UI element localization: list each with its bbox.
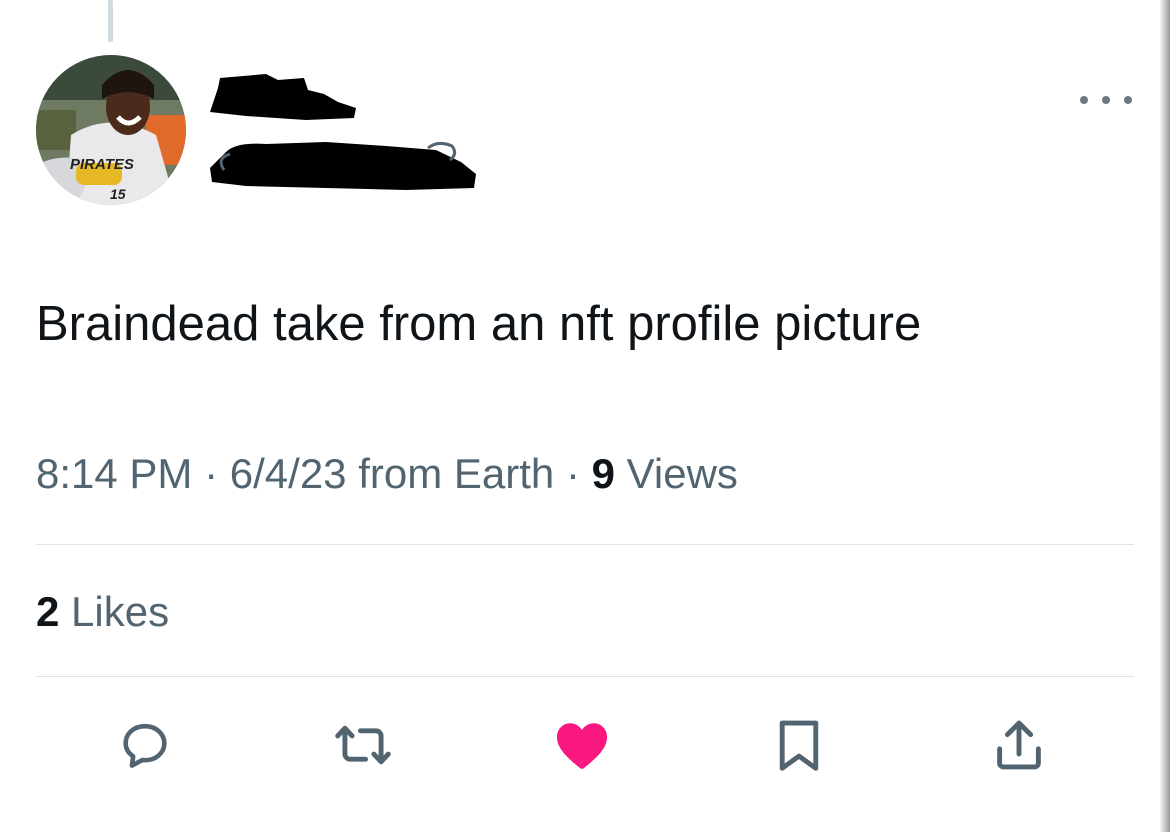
tweet-meta: 8:14 PM · 6/4/23 from Earth · 9 Views bbox=[36, 446, 1136, 502]
reply-icon bbox=[123, 723, 167, 768]
like-button[interactable] bbox=[551, 714, 613, 776]
views-label: Views bbox=[626, 450, 738, 497]
redacted-display-name bbox=[210, 74, 356, 120]
reply-button[interactable] bbox=[114, 714, 176, 776]
avatar-image: PIRATES 15 bbox=[36, 55, 186, 205]
likes-link[interactable]: 2 Likes bbox=[36, 584, 169, 640]
likes-label: Likes bbox=[71, 588, 170, 635]
tweet-source: from Earth bbox=[358, 450, 555, 497]
bookmark-icon bbox=[779, 720, 819, 771]
likes-count: 2 bbox=[36, 588, 60, 635]
redacted-handle bbox=[210, 141, 476, 190]
bookmark-button[interactable] bbox=[768, 714, 830, 776]
divider bbox=[36, 676, 1134, 677]
tweet-date[interactable]: 6/4/23 bbox=[230, 450, 347, 497]
more-options-button[interactable] bbox=[1080, 88, 1132, 112]
svg-text:PIRATES: PIRATES bbox=[70, 156, 134, 173]
share-icon bbox=[997, 720, 1041, 770]
retweet-icon bbox=[335, 725, 391, 765]
share-button[interactable] bbox=[988, 714, 1050, 776]
more-dot-icon bbox=[1080, 96, 1088, 104]
views-count: 9 bbox=[591, 450, 615, 497]
heart-icon bbox=[556, 723, 608, 769]
screen-edge-shadow bbox=[1160, 0, 1170, 832]
more-dot-icon bbox=[1124, 96, 1132, 104]
thread-connector-line bbox=[108, 0, 113, 42]
tweet-time[interactable]: 8:14 PM bbox=[36, 450, 192, 497]
avatar[interactable]: PIRATES 15 bbox=[36, 55, 186, 205]
divider bbox=[36, 544, 1134, 545]
tweet-text: Braindead take from an nft profile pictu… bbox=[36, 297, 922, 351]
more-dot-icon bbox=[1102, 96, 1110, 104]
svg-text:15: 15 bbox=[110, 186, 126, 202]
meta-separator: · bbox=[204, 450, 219, 497]
retweet-button[interactable] bbox=[332, 714, 394, 776]
meta-separator: · bbox=[565, 450, 580, 497]
